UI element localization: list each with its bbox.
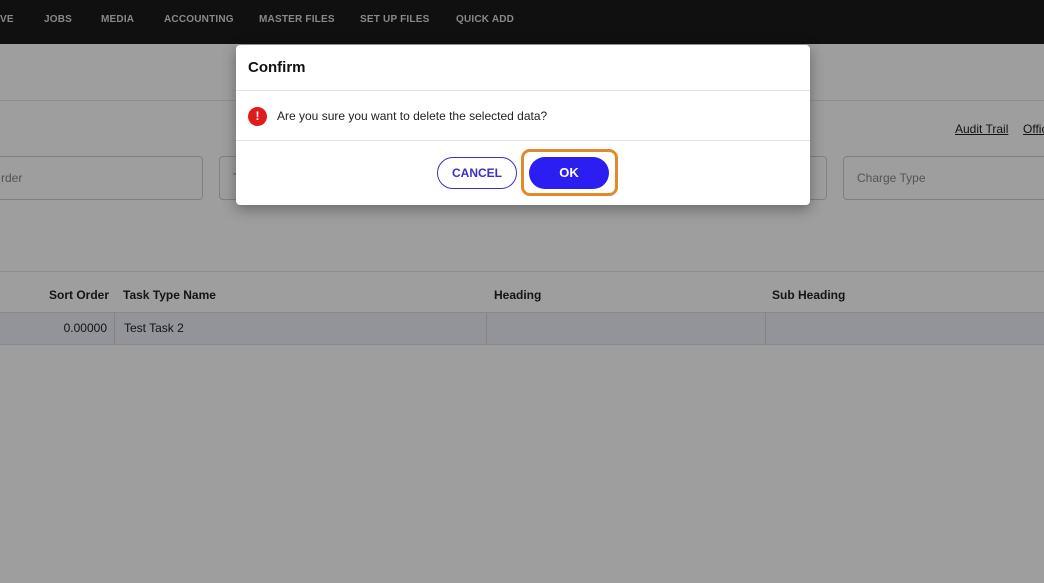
dialog-message: Are you sure you want to delete the sele…	[277, 109, 548, 123]
cancel-button[interactable]: CANCEL	[437, 157, 517, 189]
confirm-dialog: Confirm ! Are you sure you want to delet…	[236, 45, 810, 205]
ok-button[interactable]: OK	[529, 157, 609, 189]
dialog-header-divider	[236, 90, 810, 91]
page: VE JOBS MEDIA ACCOUNTING MASTER FILES SE…	[0, 0, 1044, 583]
dialog-title: Confirm	[248, 59, 306, 76]
dialog-footer-divider	[236, 140, 810, 141]
exclamation-icon: !	[248, 107, 267, 126]
